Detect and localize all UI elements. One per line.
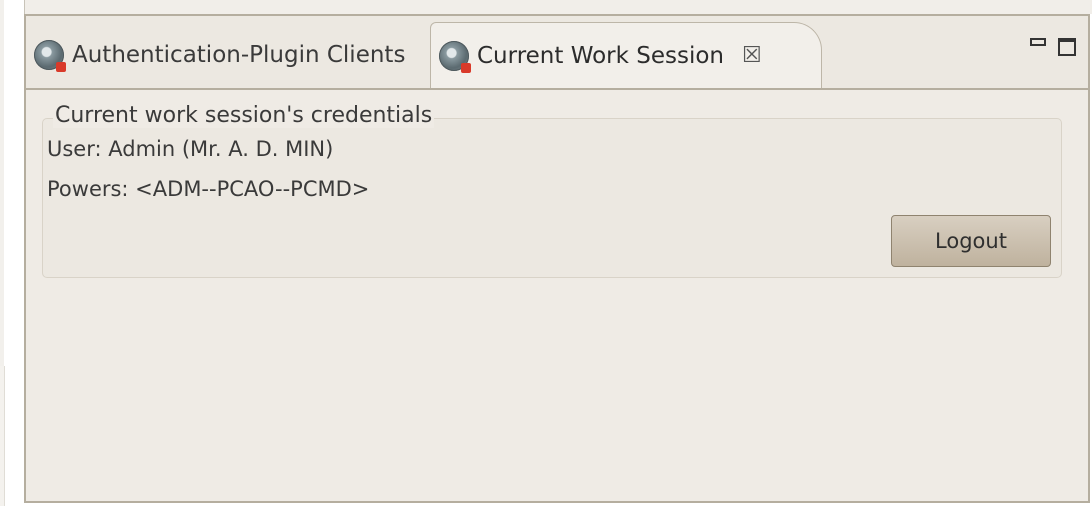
credentials-group: Current work session's credentials User:… [42,103,1062,278]
group-title: Current work session's credentials [53,103,435,128]
tab-label: Authentication-Plugin Clients [72,42,406,68]
view-controls [1030,38,1076,56]
plugin-icon [34,40,66,72]
view-frame: Authentication-Plugin Clients Current Wo… [24,14,1090,503]
view-content: Current work session's credentials User:… [26,90,1088,501]
close-icon[interactable]: ☒ [742,43,762,68]
maximize-icon[interactable] [1058,38,1076,56]
tab-label: Current Work Session [477,42,725,69]
left-strip-bottom [0,366,5,506]
tab-authentication-plugin-clients[interactable]: Authentication-Plugin Clients [34,22,405,88]
tab-bar: Authentication-Plugin Clients Current Wo… [26,16,1088,92]
left-strip-top [0,0,4,366]
tab-current-work-session[interactable]: Current Work Session ☒ [430,22,822,88]
left-strip [0,0,24,506]
minimize-icon[interactable] [1030,38,1046,46]
powers-text: Powers: <ADM--PCAO--PCMD> [47,177,370,201]
logout-button[interactable]: Logout [891,215,1051,267]
plugin-icon [439,40,471,73]
top-border [24,0,1092,14]
user-text: User: Admin (Mr. A. D. MIN) [47,137,334,161]
